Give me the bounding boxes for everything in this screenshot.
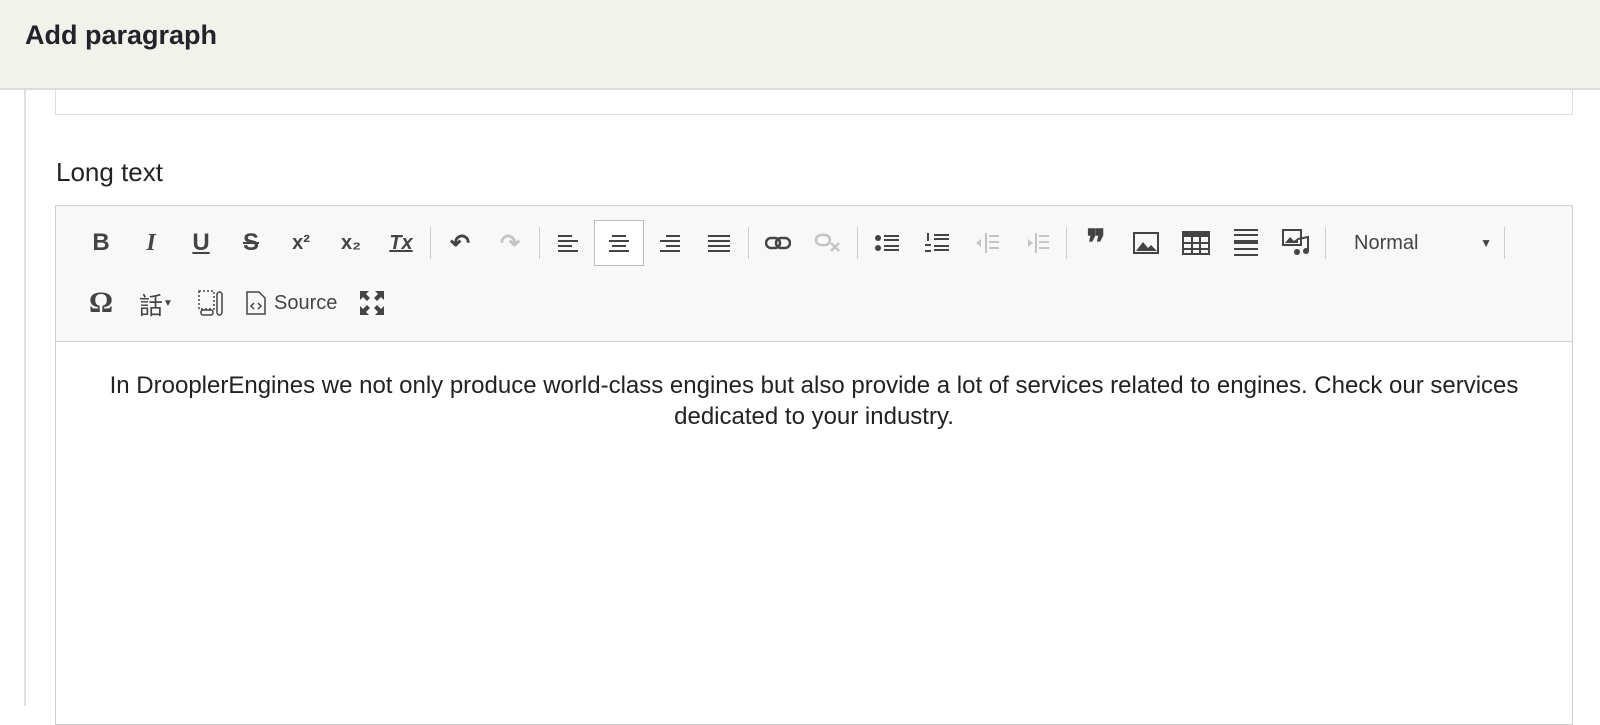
- redo-icon[interactable]: ↷: [485, 220, 535, 266]
- show-blocks-icon[interactable]: [186, 280, 236, 326]
- divider: [24, 90, 26, 706]
- toolbar-separator: [430, 227, 431, 259]
- table-icon[interactable]: [1171, 220, 1221, 266]
- rich-text-editor: B I U S x² x₂ Tx ↶ ↷ ❞ Normal ▼ Ω 話 ▼ So…: [55, 205, 1573, 725]
- dialog-title: Add paragraph: [25, 20, 218, 50]
- special-character-icon[interactable]: Ω: [76, 280, 126, 326]
- image-icon[interactable]: [1121, 220, 1171, 266]
- toolbar-separator: [857, 227, 858, 259]
- link-icon[interactable]: [753, 220, 803, 266]
- justify-icon[interactable]: [694, 220, 744, 266]
- toolbar-separator: [539, 227, 540, 259]
- superscript-icon[interactable]: x²: [276, 220, 326, 266]
- source-label: Source: [274, 291, 338, 314]
- horizontal-line-icon[interactable]: [1221, 220, 1271, 266]
- maximize-icon[interactable]: [347, 280, 397, 326]
- source-icon: [246, 291, 266, 315]
- editor-content[interactable]: In DrooplerEngines we not only produce w…: [56, 342, 1572, 460]
- source-button[interactable]: Source: [236, 280, 347, 326]
- editor-toolbar: B I U S x² x₂ Tx ↶ ↷ ❞ Normal ▼ Ω 話 ▼ So…: [56, 206, 1572, 342]
- language-icon: 話: [139, 292, 164, 320]
- format-value: Normal: [1354, 231, 1419, 254]
- media-embed-icon[interactable]: [1271, 220, 1321, 266]
- language-dropdown[interactable]: 話 ▼: [126, 280, 186, 326]
- toolbar-separator: [1066, 227, 1067, 259]
- indent-icon[interactable]: [1012, 220, 1062, 266]
- subscript-icon[interactable]: x₂: [326, 220, 376, 266]
- italic-icon[interactable]: I: [126, 220, 176, 266]
- toolbar-separator: [748, 227, 749, 259]
- format-dropdown[interactable]: Normal ▼: [1330, 220, 1500, 266]
- strikethrough-icon[interactable]: S: [226, 220, 276, 266]
- chevron-down-icon: ▼: [1480, 236, 1492, 250]
- remove-format-icon[interactable]: Tx: [376, 220, 426, 266]
- bold-icon[interactable]: B: [76, 220, 126, 266]
- dialog-header: Add paragraph: [0, 0, 1600, 90]
- bulleted-list-icon[interactable]: [862, 220, 912, 266]
- paragraph-text: In DrooplerEngines we not only produce w…: [109, 372, 1519, 430]
- blockquote-icon[interactable]: ❞: [1071, 220, 1121, 266]
- toolbar-separator: [1504, 227, 1505, 259]
- outdent-icon[interactable]: [962, 220, 1012, 266]
- unlink-icon[interactable]: [803, 220, 853, 266]
- chevron-down-icon: ▼: [163, 297, 173, 309]
- underline-icon[interactable]: U: [176, 220, 226, 266]
- previous-field-box: [55, 88, 1573, 115]
- align-right-icon[interactable]: [644, 220, 694, 266]
- align-left-icon[interactable]: [544, 220, 594, 266]
- undo-icon[interactable]: ↶: [435, 220, 485, 266]
- toolbar-separator: [1325, 227, 1326, 259]
- field-label: Long text: [56, 157, 163, 187]
- align-center-icon[interactable]: [594, 220, 644, 266]
- numbered-list-icon[interactable]: [912, 220, 962, 266]
